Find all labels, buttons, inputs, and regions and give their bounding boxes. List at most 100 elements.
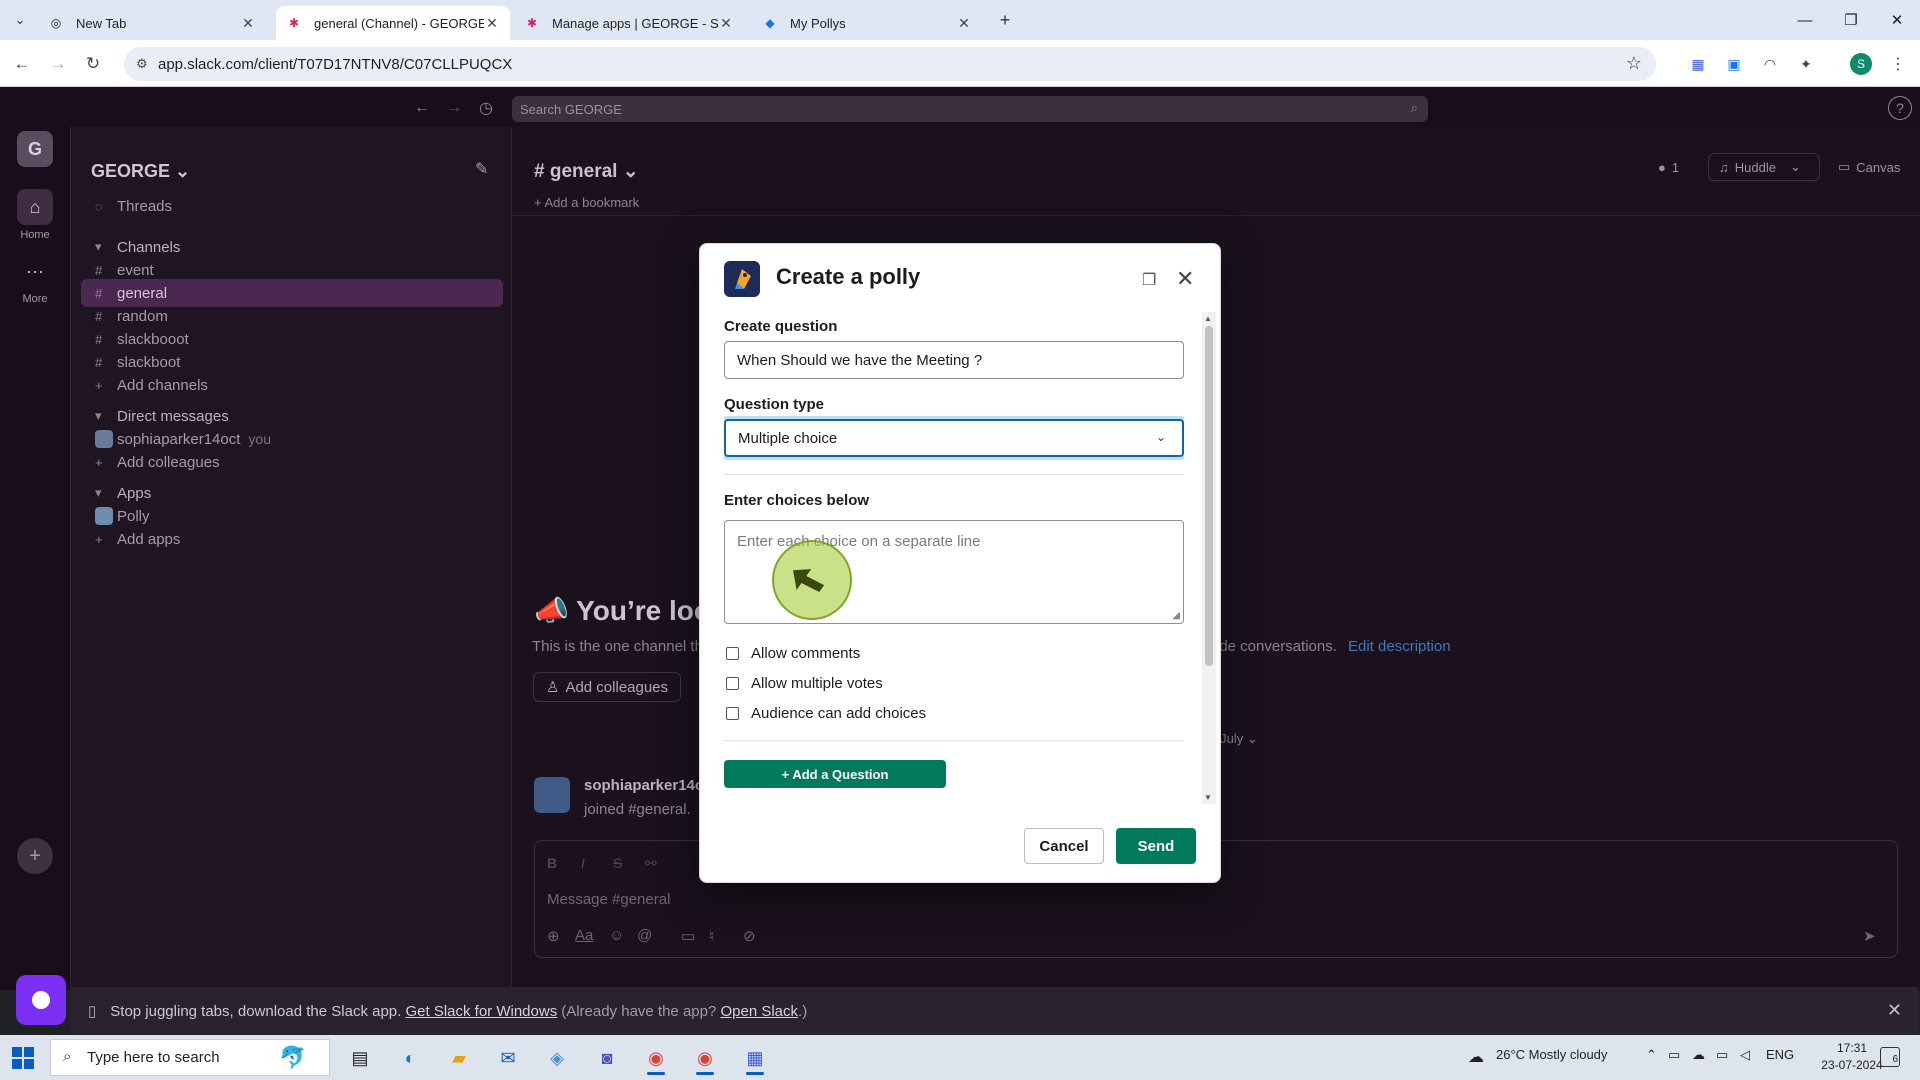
restore-icon[interactable]: ❐ xyxy=(1828,6,1874,34)
allow-comments-checkbox[interactable]: Allow comments xyxy=(724,645,860,662)
window-close-icon[interactable]: ✕ xyxy=(1874,6,1920,34)
checkbox[interactable] xyxy=(726,677,739,690)
forward-arrow-icon[interactable]: → xyxy=(45,51,71,77)
compose-icon[interactable]: ✎ xyxy=(475,159,488,179)
rail-more[interactable]: ··· More xyxy=(0,253,70,306)
chrome-icon[interactable]: ◉ xyxy=(688,1041,722,1075)
emoji-icon[interactable]: ☺ xyxy=(609,927,624,944)
edit-description-link[interactable]: Edit description xyxy=(1348,638,1451,655)
weather-text[interactable]: 26°C Mostly cloudy xyxy=(1496,1047,1607,1062)
members-button[interactable]: ● 1 xyxy=(1648,153,1689,181)
tab-general-channel[interactable]: ✱ general (Channel) - GEORGE - S ✕ xyxy=(276,6,510,40)
popout-icon[interactable]: ❐ xyxy=(1142,270,1156,290)
add-colleagues-button[interactable]: ♙ Add colleagues xyxy=(533,672,682,702)
tab-manage-apps[interactable]: ✱ Manage apps | GEORGE - Slack ✕ xyxy=(514,6,744,40)
add-bookmark-link[interactable]: + Add a bookmark xyxy=(534,195,639,210)
message-author[interactable]: sophiaparker14oc xyxy=(584,777,712,794)
scroll-thumb[interactable] xyxy=(1205,326,1213,666)
sidebar-add-apps[interactable]: + Add apps xyxy=(81,525,503,553)
reload-icon[interactable]: ↻ xyxy=(80,51,106,77)
channel-title[interactable]: # general ⌄ xyxy=(534,160,639,183)
sidebar-add-channels[interactable]: + Add channels xyxy=(81,371,503,399)
notification-icon[interactable]: 6 xyxy=(1880,1047,1900,1067)
sidebar-add-colleagues[interactable]: + Add colleagues xyxy=(81,448,503,476)
tab-my-pollys[interactable]: ◆ My Pollys ✕ xyxy=(752,6,982,40)
puzzle-icon[interactable]: ✦ xyxy=(1794,52,1818,76)
send-icon[interactable]: ➤ xyxy=(1863,927,1876,945)
language-indicator[interactable]: ENG xyxy=(1766,1047,1794,1062)
cancel-button[interactable]: Cancel xyxy=(1024,828,1104,864)
microphone-icon[interactable]: ♮ xyxy=(709,927,714,945)
sidebar-item-threads[interactable]: ◌ Threads xyxy=(81,192,503,220)
avatar[interactable] xyxy=(534,777,570,813)
allow-multiple-votes-checkbox[interactable]: Allow multiple votes xyxy=(724,675,883,692)
rail-home[interactable]: ⌂ Home xyxy=(0,189,70,241)
mention-icon[interactable]: @ xyxy=(637,927,652,944)
strike-icon[interactable]: S xyxy=(613,855,622,871)
app-launcher-button[interactable] xyxy=(16,975,66,1025)
teams-icon[interactable]: ◙ xyxy=(590,1041,624,1075)
workspace-name[interactable]: GEORGE ⌄ xyxy=(91,161,190,182)
new-tab-plus-icon[interactable]: + xyxy=(993,8,1017,32)
slash-icon[interactable]: ⊘ xyxy=(743,927,756,945)
italic-icon[interactable]: I xyxy=(581,855,585,871)
volume-icon[interactable]: ◁ xyxy=(1740,1047,1750,1063)
help-icon[interactable]: ? xyxy=(1888,96,1912,120)
open-slack-link[interactable]: Open Slack xyxy=(720,1003,798,1020)
extension-icon[interactable]: ▣ xyxy=(1722,52,1746,76)
close-icon[interactable]: ✕ xyxy=(1887,1000,1902,1021)
add-workspace-button[interactable]: + xyxy=(17,838,53,874)
close-icon[interactable]: ✕ xyxy=(718,15,734,32)
back-arrow-icon[interactable]: ← xyxy=(9,51,35,77)
scroll-down-icon[interactable]: ▼ xyxy=(1204,793,1212,802)
huddle-button[interactable]: ♫ Huddle ⌄ xyxy=(1708,153,1820,181)
format-icon[interactable]: Aa xyxy=(575,927,593,944)
file-explorer-icon[interactable]: ▰ xyxy=(442,1041,476,1075)
question-type-select[interactable]: Multiple choice ⌄ xyxy=(724,419,1184,457)
close-icon[interactable]: ✕ xyxy=(1176,266,1194,292)
get-slack-link[interactable]: Get Slack for Windows xyxy=(405,1003,557,1020)
question-input[interactable]: When Should we have the Meeting ? xyxy=(724,341,1184,379)
bookmark-star-icon[interactable]: ☆ xyxy=(1626,53,1642,74)
slack-search-input[interactable]: Search GEORGE ⌕ xyxy=(512,96,1428,122)
mail-icon[interactable]: ✉ xyxy=(491,1041,525,1075)
extension-icon[interactable]: ◠ xyxy=(1758,52,1782,76)
task-view-icon[interactable]: ▤ xyxy=(343,1041,377,1075)
workspace-icon[interactable]: G xyxy=(17,131,53,167)
checkbox[interactable] xyxy=(726,647,739,660)
canvas-button[interactable]: ▭ Canvas xyxy=(1828,153,1910,181)
plus-icon[interactable]: ⊕ xyxy=(547,927,560,945)
onedrive-icon[interactable]: ☁ xyxy=(1692,1047,1705,1063)
address-bar[interactable]: ⚙ app.slack.com/client/T07D17NTNV8/C07CL… xyxy=(124,47,1656,81)
clock[interactable]: 17:31 23-07-2024 xyxy=(1816,1040,1888,1074)
profile-avatar[interactable]: S xyxy=(1850,53,1872,75)
windows-start-icon[interactable] xyxy=(12,1047,34,1069)
forward-arrow-icon[interactable]: → xyxy=(442,96,466,120)
kebab-menu-icon[interactable]: ⋮ xyxy=(1886,52,1910,76)
resize-handle-icon[interactable]: ◢ xyxy=(1172,610,1180,621)
edge-icon[interactable]: ◐ xyxy=(393,1041,427,1075)
close-icon[interactable]: ✕ xyxy=(956,15,972,32)
app-icon[interactable]: ▦ xyxy=(738,1041,772,1075)
history-icon[interactable]: ◷ xyxy=(474,96,498,120)
minimize-icon[interactable]: — xyxy=(1782,6,1828,34)
site-info-icon[interactable]: ⚙ xyxy=(136,56,148,72)
close-icon[interactable]: ✕ xyxy=(240,15,256,32)
close-icon[interactable]: ✕ xyxy=(484,15,500,32)
app-icon[interactable]: ◈ xyxy=(540,1041,574,1075)
meet-icon[interactable]: ▭ xyxy=(1668,1047,1680,1063)
tab-search-icon[interactable]: ⌄ xyxy=(8,8,32,32)
network-icon[interactable]: ▭ xyxy=(1716,1047,1728,1063)
video-icon[interactable]: ▭ xyxy=(681,927,695,945)
add-question-button[interactable]: + Add a Question xyxy=(724,760,946,788)
bold-icon[interactable]: B xyxy=(547,855,557,871)
scroll-up-icon[interactable]: ▲ xyxy=(1204,314,1212,323)
send-button[interactable]: Send xyxy=(1116,828,1196,864)
back-arrow-icon[interactable]: ← xyxy=(410,96,434,120)
link-icon[interactable]: ⚯ xyxy=(645,855,657,872)
chrome-icon[interactable]: ◉ xyxy=(639,1041,673,1075)
tab-new-tab[interactable]: ◎ New Tab ✕ xyxy=(38,6,266,40)
audience-add-choices-checkbox[interactable]: Audience can add choices xyxy=(724,705,926,722)
chevron-up-icon[interactable]: ⌃ xyxy=(1646,1047,1657,1063)
modal-scrollbar[interactable]: ▲ ▼ xyxy=(1202,312,1216,804)
